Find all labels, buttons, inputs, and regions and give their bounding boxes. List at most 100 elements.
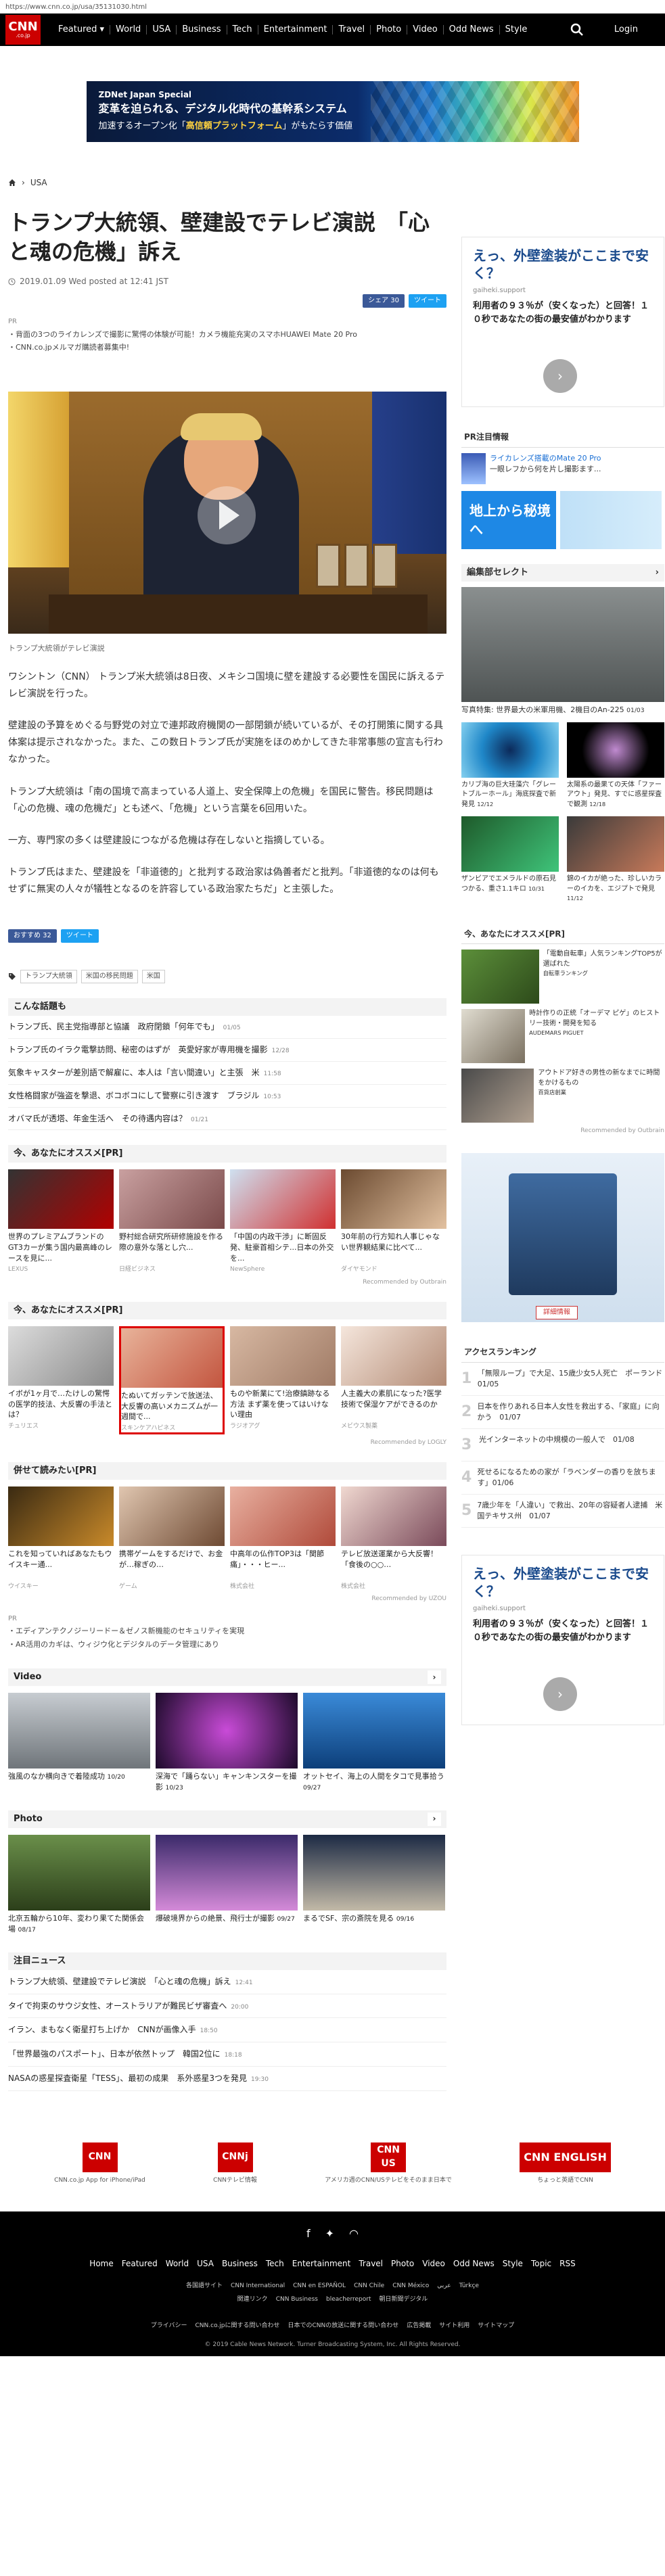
list-item[interactable]: オバマ氏が透塔、年金生活へ その待遇内容は？ 01/21 xyxy=(8,1108,446,1131)
recommend-card[interactable]: 30年前の行方知れ人事じゃない世界観結果に比べて... ダイヤモンド xyxy=(341,1169,446,1274)
recommend-card[interactable]: 野村総合研究所研修施設を作る際の意外な落とし穴... 日経ビジネス xyxy=(119,1169,225,1274)
ranking-item[interactable]: 5 7歳少年を「人違い」で救出、20年の容疑者人逮捕 米国テキサス州 01/07 xyxy=(461,1495,664,1528)
pick-card[interactable]: ザンビアでエメラルドの原石見つかる、重さ1.1キロ 10/31 xyxy=(461,816,559,904)
uzou-credit[interactable]: Recommended by UZOU xyxy=(8,1595,446,1603)
breadcrumb-usa[interactable]: USA xyxy=(30,177,47,189)
tag-item[interactable]: 米国の移民問題 xyxy=(81,970,138,984)
footer-link[interactable]: CNN Chile xyxy=(354,2282,384,2291)
photo-section-title[interactable]: Photo › xyxy=(8,1810,446,1828)
nav-world[interactable]: World xyxy=(110,25,147,34)
footer-link[interactable]: Style xyxy=(503,2258,523,2270)
pr-link[interactable]: ・CNN.co.jpメルマガ購読者募集中! xyxy=(8,341,446,354)
facebook-icon[interactable]: f xyxy=(306,2226,311,2241)
list-item[interactable]: 女性格闘家が強盗を撃退、ボコボコにして警察に引き渡す ブラジル 10:53 xyxy=(8,1085,446,1108)
list-item[interactable]: NASAの惑星探査衛星「TESS」、最初の成果 系外惑星3つを発見 19:30 xyxy=(8,2067,446,2091)
list-item[interactable]: タイで拘束のサウジ女性、オーストラリアが難民ビザ審査へ 20:00 xyxy=(8,1994,446,2019)
side-recommend-item[interactable]: 「電動自転車」人気ランキングTOP5が選ばれた 自転車ランキング xyxy=(461,950,664,1004)
pick-card[interactable]: 錦のイカが絶った、珍しいカラーのイカを、エジプトで発見 11/12 xyxy=(567,816,664,904)
nav-travel[interactable]: Travel xyxy=(333,25,371,34)
pr-link[interactable]: ・エディアンテクノジーリードー＆ゼノス新機能のセキュリティを実現 xyxy=(8,1624,446,1637)
twitter-share-button[interactable]: ツイート xyxy=(60,929,99,943)
recommend-card[interactable]: たぬいてガッテンで放送法、大反響の高いメカニズムが一週間で... スキンケアハピネ… xyxy=(119,1326,225,1435)
twitter-icon[interactable]: ✦ xyxy=(325,2226,334,2241)
outbrain-credit[interactable]: Recommended by Outbrain xyxy=(461,1127,664,1135)
recommend-card[interactable]: 携帯ゲームをするだけで、お金が…稼ぎの… ゲーム xyxy=(119,1486,225,1591)
login-link[interactable]: Login xyxy=(614,24,638,36)
nav-photo[interactable]: Photo xyxy=(371,25,408,34)
chevron-right-icon[interactable]: › xyxy=(428,1812,441,1826)
ad-banner[interactable]: ZDNet Japan Special 変革を迫られる、デジタル化時代の基幹系シ… xyxy=(86,81,579,142)
pr-link[interactable]: ・AR活用のカギは、ウィジウ化とデジタルのデータ管理にあり xyxy=(8,1638,446,1651)
recommend-card[interactable]: これを知っていればあなたもウイスキー通... ウイスキー xyxy=(8,1486,114,1591)
list-item[interactable]: イラン、まもなく衛星打ち上げか CNNが画像入手 18:50 xyxy=(8,2018,446,2043)
photo-card[interactable]: まるでSF、宗の斎院を見る 09/16 xyxy=(303,1834,445,1935)
footer-link[interactable]: RSS xyxy=(559,2258,576,2270)
chevron-right-icon[interactable]: › xyxy=(543,359,577,393)
details-button[interactable]: 詳細情報 xyxy=(536,1306,578,1320)
home-icon[interactable] xyxy=(8,179,16,187)
footer-link[interactable]: Topic xyxy=(531,2258,551,2270)
nav-featured[interactable]: Featured ▾ xyxy=(53,25,111,34)
photo-card[interactable]: 爆破境界からの絶景、飛行士が撮影 09/27 xyxy=(156,1834,298,1935)
footer-link[interactable]: CNN.co.jpに関する問い合わせ xyxy=(196,2322,280,2331)
address-bar[interactable]: https://www.cnn.co.jp/usa/35131030.html xyxy=(0,0,665,14)
sidebar-ad-bottom[interactable]: えっ、外壁塗装がここまで安く？ gaiheki.support 利用者の９３％が… xyxy=(461,1555,664,1726)
nav-tech[interactable]: Tech xyxy=(227,25,258,34)
pick-card[interactable]: 太陽系の最果ての天体「ファーアウト」発見、すでに惑星探査で観測 12/18 xyxy=(567,722,664,810)
chevron-right-icon[interactable]: › xyxy=(428,1670,441,1684)
footer-link[interactable]: サイト利用 xyxy=(439,2322,469,2331)
video-card[interactable]: オットセイ、海上の人間をタコで見事拾う 09/27 xyxy=(303,1692,445,1793)
footer-link[interactable]: Entertainment xyxy=(292,2258,351,2270)
nav-business[interactable]: Business xyxy=(177,25,227,34)
app-link[interactable]: CNN US アメリカ週のCNN/USテレビをそのまま日本で xyxy=(325,2142,452,2185)
footer-link[interactable]: Photo xyxy=(391,2258,414,2270)
chevron-right-icon[interactable]: › xyxy=(656,567,659,579)
facebook-like-button[interactable]: おすすめ 32 xyxy=(8,929,57,943)
sidebar-ad[interactable]: えっ、外壁塗装がここまで安く？ gaiheki.support 利用者の９３％が… xyxy=(461,237,664,407)
nav-usa[interactable]: USA xyxy=(147,25,177,34)
footer-link[interactable]: عربي xyxy=(437,2282,451,2291)
list-item[interactable]: トランプ大統領、壁建設でテレビ演説 「心と魂の危機」訴え 12:41 xyxy=(8,1970,446,1994)
video-player[interactable] xyxy=(8,392,446,634)
recommend-card[interactable]: 「中国の内政干渉」に断固反発、駐豪首相シテ...日本の外交を... NewSphe… xyxy=(230,1169,336,1274)
nav-oddnews[interactable]: Odd News xyxy=(444,25,500,34)
pick-feature[interactable]: 写真特集: 世界最大の米軍用機、2機目のAn-225 01/03 xyxy=(461,586,664,716)
list-item[interactable]: トランプ氏、民主党指導部と協議 政府閉鎖「何年でも」 01/05 xyxy=(8,1016,446,1039)
footer-link[interactable]: Türkçe xyxy=(459,2282,479,2291)
footer-link[interactable]: Featured xyxy=(122,2258,158,2270)
outbrain-credit[interactable]: Recommended by Outbrain xyxy=(8,1278,446,1287)
video-card[interactable]: 深海で「踊らない」キャンキンスターを撮影 10/23 xyxy=(156,1692,298,1793)
footer-link[interactable]: Travel xyxy=(359,2258,383,2270)
pr-item[interactable]: ライカレンズ搭載のMate 20 Pro 一眼レフから何を片し撮影ます... xyxy=(461,452,664,484)
facebook-share-button[interactable]: シェア 30 xyxy=(363,294,405,308)
logly-credit[interactable]: Recommended by LOGLY xyxy=(8,1438,446,1447)
pr-images[interactable]: 地上から秘境へ xyxy=(461,490,664,549)
footer-link[interactable]: Video xyxy=(422,2258,445,2270)
footer-link[interactable]: Odd News xyxy=(453,2258,495,2270)
ranking-item[interactable]: 4 死せるになるための家が「ラベンダーの香りを放ちます」01/06 xyxy=(461,1461,664,1495)
footer-link[interactable]: CNN Business xyxy=(276,2295,318,2304)
footer-link[interactable]: プライバシー xyxy=(151,2322,187,2331)
footer-link[interactable]: 朝日新聞デジタル xyxy=(379,2295,428,2304)
pr-link[interactable]: ・背面の3つのライカレンズで撮影に驚愕の体験が可能！カメラ機能充実のスマホHUA… xyxy=(8,328,446,341)
video-card[interactable]: 強風のなか横向きで着陸成功 10/20 xyxy=(8,1692,150,1793)
nav-video[interactable]: Video xyxy=(407,25,444,34)
nav-style[interactable]: Style xyxy=(500,25,533,34)
pick-card[interactable]: カリブ海の巨大珪藻穴「グレートブルーホール」海底探査で新発見 12/12 xyxy=(461,722,559,810)
photo-card[interactable]: 北京五輪から10年、変わり果てた関係会場 08/17 xyxy=(8,1834,150,1935)
footer-link[interactable]: CNN en ESPAÑOL xyxy=(293,2282,346,2291)
footer-link[interactable]: CNN International xyxy=(231,2282,285,2291)
recommend-card[interactable]: 世界のプレミアムブランドのGT3カーが集う国内最高峰のレースを見に... LEXU… xyxy=(8,1169,114,1274)
list-item[interactable]: 気象キャスターが差別語で解雇に、本人は「言い間違い」と主張 米 11:58 xyxy=(8,1062,446,1085)
footer-link[interactable]: bleacherreport xyxy=(326,2295,371,2304)
footer-link[interactable]: USA xyxy=(197,2258,214,2270)
atm-ad[interactable]: 詳細情報 xyxy=(461,1153,664,1323)
recommend-card[interactable]: テレビ放送運業から大反響！「食後の○○… 株式会社 xyxy=(341,1486,446,1591)
footer-link[interactable]: World xyxy=(166,2258,189,2270)
cnn-logo[interactable]: CNN .co.jp xyxy=(5,14,41,46)
rss-icon[interactable]: ◠ xyxy=(349,2226,359,2241)
list-item[interactable]: トランプ氏のイラク電撃訪問、秘密のはずが 英愛好家が専用機を撮影 12/28 xyxy=(8,1039,446,1062)
recommend-card[interactable]: 人主義大の素肌になった?医学技術で保湿ケアができるのか メビウス製薬 xyxy=(341,1326,446,1435)
editor-pick-title[interactable]: 編集部セレクト › xyxy=(461,563,664,582)
chevron-right-icon[interactable]: › xyxy=(543,1677,577,1712)
